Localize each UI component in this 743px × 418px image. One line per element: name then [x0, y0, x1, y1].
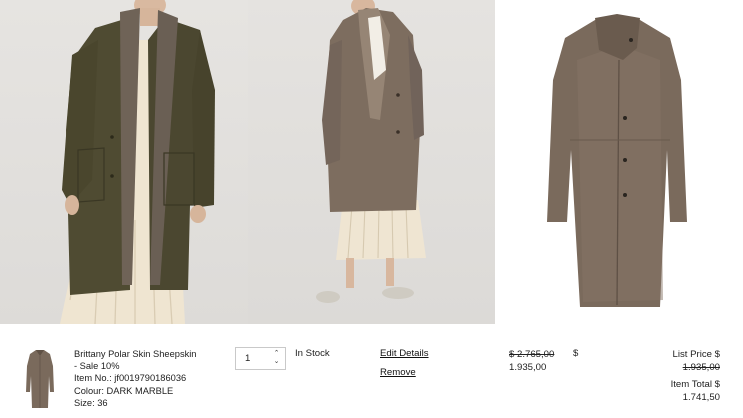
item-size: Size: 36 — [74, 397, 108, 408]
coat-thumbnail-icon — [26, 350, 54, 408]
unit-price: $ 2.765,00 1.935,00 — [509, 348, 554, 374]
item-name[interactable]: Brittany Polar Skin Sheepskin — [74, 348, 224, 360]
list-price-value: 1.935,00 — [682, 362, 720, 373]
price-currency: $ — [573, 348, 579, 359]
edit-details-link[interactable]: Edit Details — [380, 348, 429, 359]
coat-flat-image — [547, 14, 687, 307]
line-totals: List Price $ 1.935,00 Item Total $ 1.741… — [671, 348, 720, 404]
item-thumbnail[interactable] — [22, 348, 58, 410]
cart-line-item: Brittany Polar Skin Sheepskin - Sale 10%… — [0, 324, 743, 418]
product-photo-flat[interactable] — [495, 0, 743, 324]
sale-price: 1.935,00 — [509, 362, 547, 373]
quantity-input[interactable]: 1 — [245, 353, 250, 364]
model-olive-coat-image — [60, 0, 215, 324]
stock-status: In Stock — [295, 348, 330, 359]
quantity-stepper[interactable]: 1 ⌃ ⌄ — [235, 347, 286, 370]
quantity-down-icon[interactable]: ⌄ — [272, 358, 281, 366]
quantity-up-icon[interactable]: ⌃ — [272, 350, 281, 358]
product-photo-model[interactable] — [248, 0, 495, 324]
item-details: Brittany Polar Skin Sheepskin - Sale 10%… — [74, 348, 224, 409]
item-colour: Colour: DARK MARBLE — [74, 385, 174, 396]
quantity-arrows[interactable]: ⌃ ⌄ — [272, 350, 281, 368]
item-total-label: Item Total $ — [670, 379, 720, 390]
model-sheepskin-coat-image — [316, 0, 426, 303]
product-photo-front[interactable] — [0, 0, 248, 324]
list-price-label: List Price $ — [672, 349, 720, 360]
item-sale-tag: - Sale 10% — [74, 361, 120, 372]
item-number: Item No.: jf0019790186036 — [74, 373, 187, 384]
remove-link[interactable]: Remove — [380, 367, 416, 378]
original-price: $ 2.765,00 — [509, 349, 555, 360]
item-total-value: 1.741,50 — [682, 392, 720, 403]
